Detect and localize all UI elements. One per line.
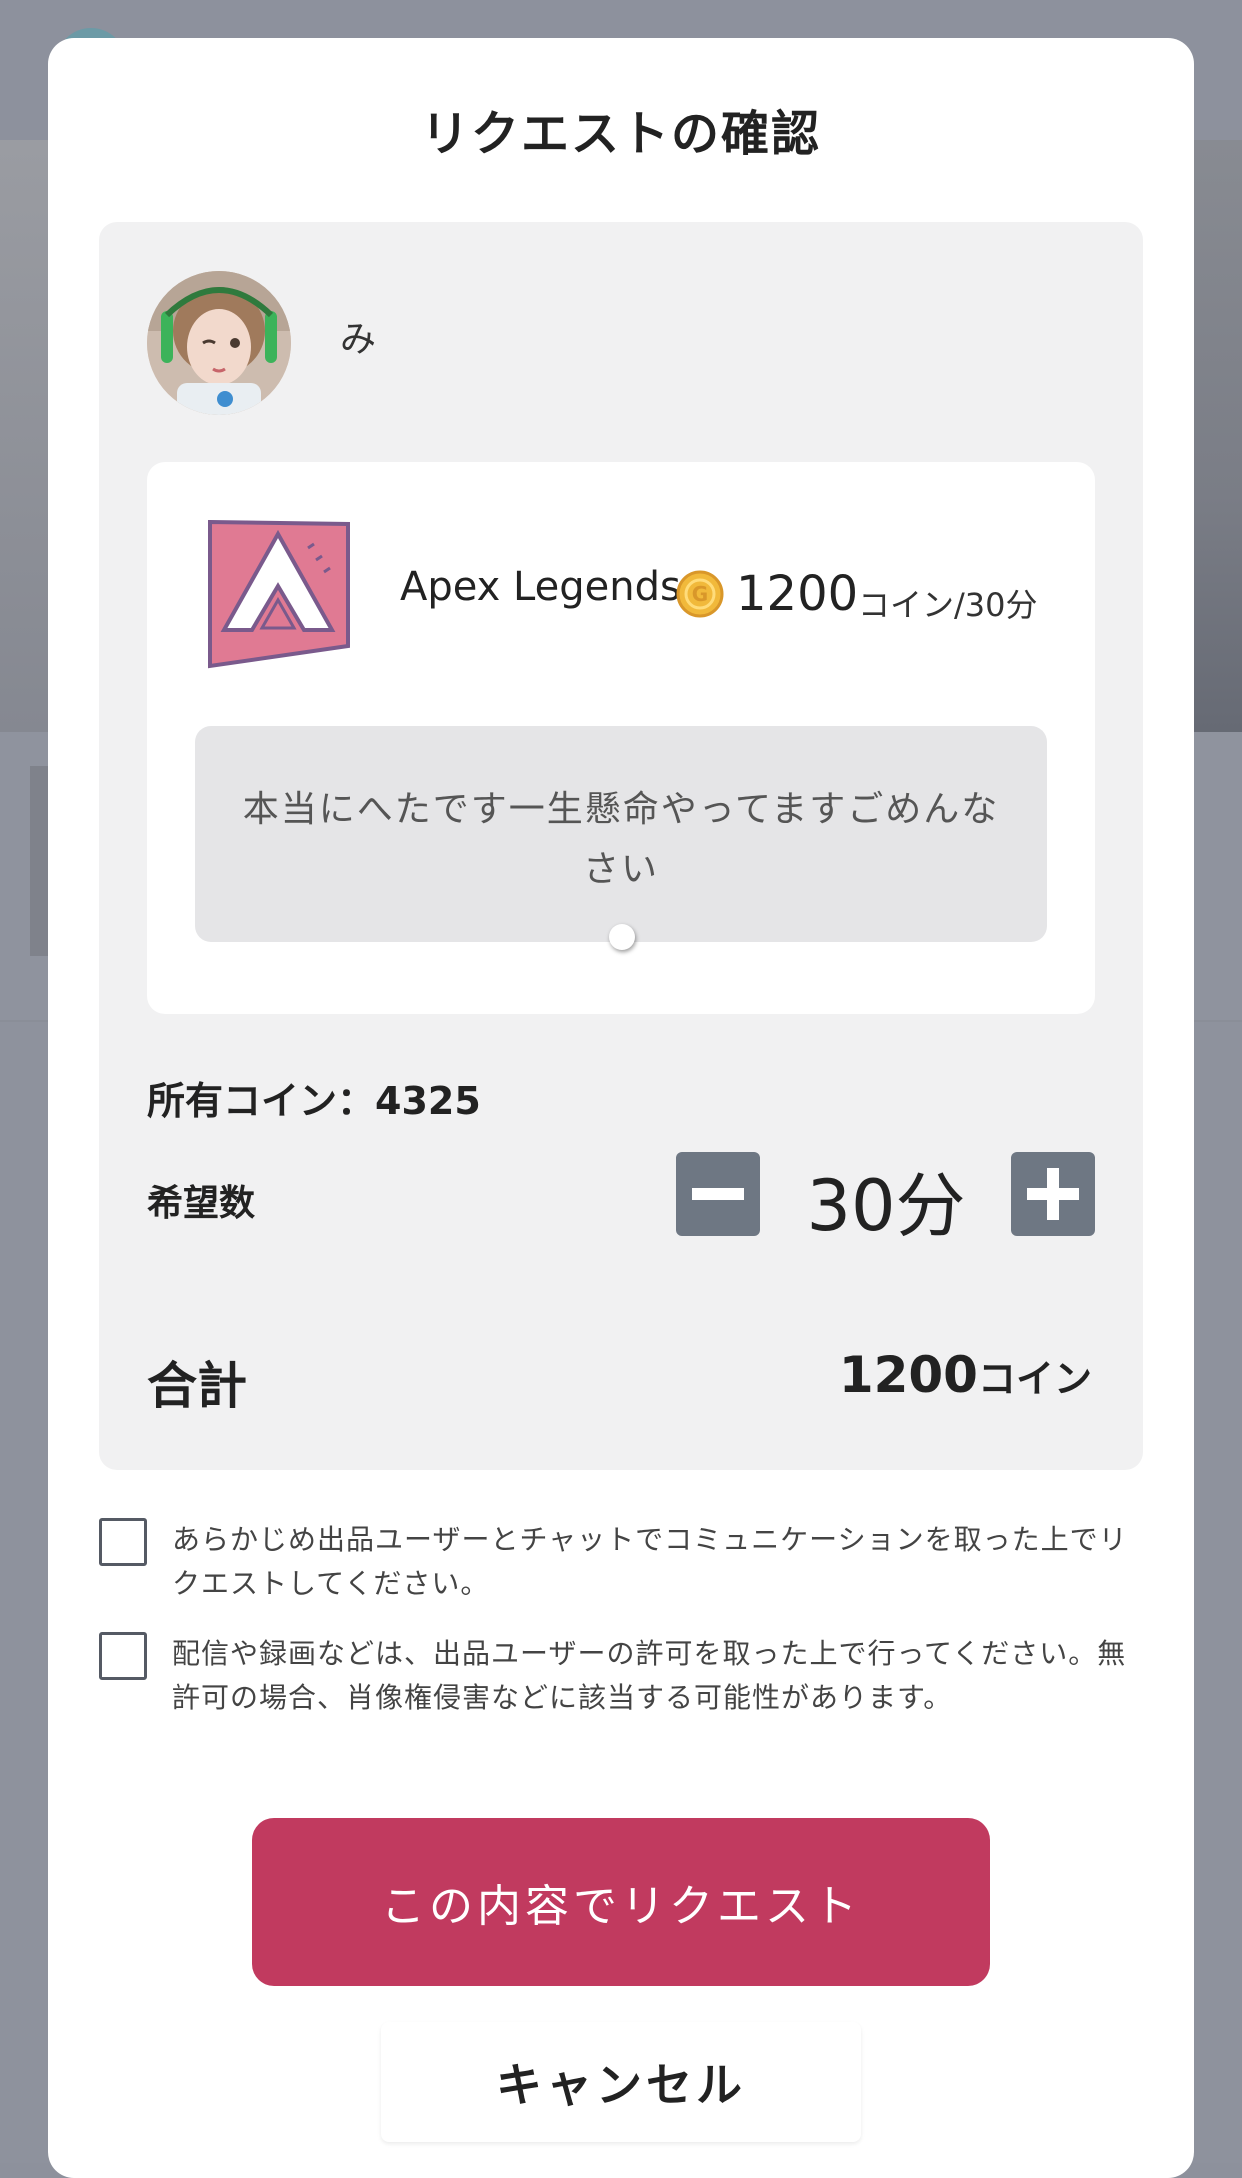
modal-title: リクエストの確認	[420, 106, 821, 162]
minus-icon	[692, 1188, 744, 1200]
agreement-text-chat: あらかじめ出品ユーザーとチャットでコミュニケーションを取った上でリクエストしてく…	[172, 1523, 1128, 1600]
quantity-value: 30分	[806, 1165, 966, 1247]
coin-icon: G	[676, 570, 724, 618]
agreement-checkbox-chat[interactable]	[99, 1518, 147, 1566]
price-unit: コイン/30分	[858, 586, 1038, 624]
total-label: 合計	[147, 1357, 247, 1415]
cancel-button[interactable]: キャンセル	[381, 2022, 861, 2142]
price-value: 1200	[736, 566, 859, 622]
owned-coins: 所有コイン：4325	[147, 1079, 481, 1123]
agreement-checkbox-recording[interactable]	[99, 1632, 147, 1680]
product-message: 本当にへたです一生懸命やってますごめんなさい	[242, 789, 1000, 890]
increase-button[interactable]	[1011, 1152, 1095, 1236]
game-name: Apex Legends	[400, 564, 681, 610]
user-avatar-photo	[147, 271, 291, 415]
decrease-button[interactable]	[676, 1152, 760, 1236]
agreement-text-recording: 配信や録画などは、出品ユーザーの許可を取った上で行ってください。無許可の場合、肖…	[172, 1637, 1127, 1714]
plus-icon-vertical	[1047, 1168, 1059, 1220]
submit-request-button[interactable]: この内容でリクエスト	[252, 1818, 990, 1986]
apex-legends-logo-icon	[208, 519, 350, 670]
svg-text:G: G	[692, 582, 708, 606]
scroll-indicator[interactable]	[609, 924, 635, 950]
total-unit: コイン	[977, 1357, 1092, 1401]
total-amount: 1200	[838, 1346, 978, 1404]
total-value: 1200コイン	[839, 1346, 1092, 1404]
background-thumbnail	[30, 766, 50, 956]
user-name: み	[340, 319, 377, 360]
user-avatar[interactable]	[147, 271, 291, 415]
background-hero-edge	[0, 140, 48, 732]
desired-quantity-label: 希望数	[147, 1183, 256, 1224]
